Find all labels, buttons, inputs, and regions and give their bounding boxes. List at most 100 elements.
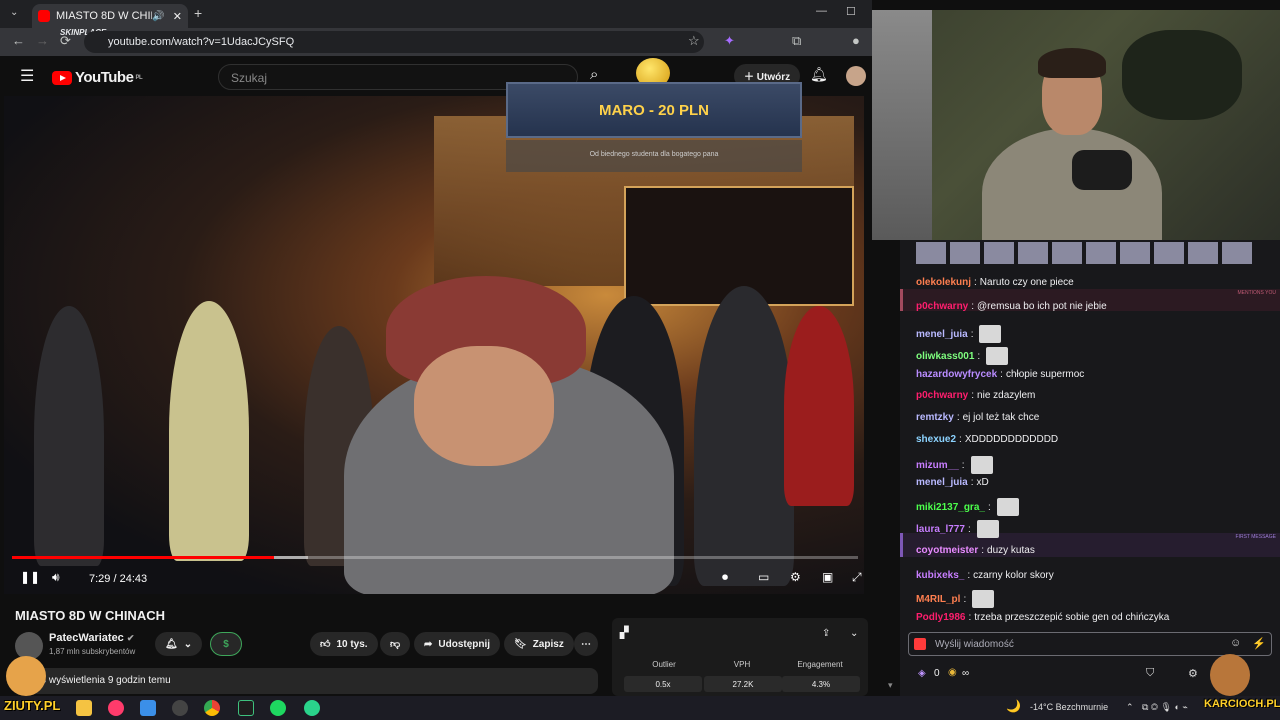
tab-bar: ⌄ MIASTO 8D W CHINACH - Y 🔊 ✕ + — ☐ bbox=[0, 0, 872, 28]
tab-youtube[interactable]: MIASTO 8D W CHINACH - Y 🔊 ✕ bbox=[32, 4, 188, 28]
youtube-favicon-icon bbox=[38, 10, 50, 22]
notification-bell-button[interactable]: 🔔︎ ⌄ bbox=[155, 632, 203, 656]
chat-settings-icon[interactable]: ⚙ bbox=[1188, 667, 1198, 680]
chat-text: duzy kutas bbox=[987, 545, 1035, 556]
share-button[interactable]: ➦ Udostępnij bbox=[414, 632, 501, 656]
chat-message: mizum__: bbox=[916, 456, 993, 474]
chat-username[interactable]: coyotmeister bbox=[916, 545, 978, 556]
app-green-icon[interactable] bbox=[304, 700, 320, 716]
emote-picker-icon[interactable]: ☺ bbox=[1230, 637, 1241, 649]
tab-search-icon[interactable]: ⌄ bbox=[10, 7, 18, 18]
chat-colon: : bbox=[963, 593, 967, 605]
streamlabs-icon[interactable] bbox=[238, 700, 254, 716]
chat-message: p0chwarny: nie zdazylem bbox=[916, 390, 1035, 401]
channel-name[interactable]: PatecWariatec ✔ bbox=[49, 632, 134, 644]
chat-username[interactable]: p0chwarny bbox=[916, 301, 968, 312]
chat-username[interactable]: kubixeks_ bbox=[916, 570, 964, 581]
volume-icon[interactable]: 🔊︎ bbox=[52, 570, 60, 585]
channel-points-icon[interactable]: ◈ bbox=[918, 668, 926, 679]
search-icon[interactable]: ⌕ bbox=[590, 66, 598, 83]
chat-username[interactable]: laura_l777 bbox=[916, 524, 965, 535]
subtitles-icon[interactable]: ▭ bbox=[758, 570, 769, 584]
time-display: 7:29 / 24:43 bbox=[89, 573, 148, 585]
notifications-bell-icon[interactable]: 🔔︎ bbox=[810, 66, 828, 83]
address-bar: ← → ⟳ SKINPLACE youtube.com/watch?v=1Uda… bbox=[0, 28, 872, 56]
profile-avatar-icon[interactable]: ● bbox=[852, 33, 860, 48]
chat-username[interactable]: remtzky bbox=[916, 412, 954, 423]
host-face bbox=[414, 346, 554, 466]
extensions-puzzle-icon[interactable]: ⧉ bbox=[792, 33, 801, 49]
chevron-down-icon: ⌄ bbox=[183, 638, 193, 650]
stat-header-outlier: Outlier bbox=[652, 660, 676, 669]
stat-header-engagement: Engagement bbox=[797, 660, 843, 669]
chat-text: XDDDDDDDDDDDD bbox=[964, 434, 1059, 445]
description-box[interactable]: …03 wyświetlenia 9 godzin temu bbox=[15, 668, 598, 694]
chat-username[interactable]: menel_juia bbox=[916, 477, 968, 488]
file-explorer-icon[interactable] bbox=[76, 700, 92, 716]
dislike-button[interactable]: 👎︎ bbox=[380, 632, 411, 656]
extension-icon[interactable]: ✦ bbox=[724, 33, 735, 49]
shelf-left bbox=[872, 10, 932, 240]
maximize-button[interactable]: ☐ bbox=[846, 5, 856, 18]
spotify-icon[interactable] bbox=[270, 700, 286, 716]
thanks-button[interactable]: $ bbox=[210, 632, 242, 656]
chat-message: coyotmeister: duzy kutas bbox=[916, 545, 1035, 556]
fullscreen-icon[interactable]: ⤢ bbox=[852, 570, 862, 585]
chat-username[interactable]: mizum__ bbox=[916, 460, 959, 471]
tab-close-icon[interactable]: ✕ bbox=[173, 10, 182, 23]
chrome-icon[interactable] bbox=[204, 700, 220, 716]
youtube-logo[interactable]: YouTube PL bbox=[52, 69, 143, 86]
scroll-down-arrow-icon[interactable]: ▾ bbox=[888, 680, 893, 691]
bits-icon[interactable]: ⚡ bbox=[1252, 637, 1266, 650]
tray-icons[interactable]: ⧉ ◎ 🎙︎ ◐ ⌁ bbox=[1142, 702, 1188, 713]
verified-icon: ✔ bbox=[126, 633, 135, 643]
chat-badge-icon bbox=[914, 638, 926, 650]
chat-username[interactable]: miki2137_gra_ bbox=[916, 502, 985, 513]
mascot-right bbox=[1210, 654, 1250, 696]
chat-username[interactable]: M4RIL_pl bbox=[916, 594, 960, 605]
calendar-icon[interactable] bbox=[140, 700, 156, 716]
account-avatar[interactable] bbox=[846, 66, 866, 86]
chat-input[interactable]: Wyślij wiadomość bbox=[908, 632, 1272, 656]
chat-username[interactable]: shexue2 bbox=[916, 434, 956, 445]
like-button[interactable]: 👍︎ 10 tys. bbox=[310, 632, 378, 656]
speaker-icon[interactable]: 🔊 bbox=[152, 11, 164, 22]
shield-icon[interactable]: ⛉ bbox=[1146, 667, 1154, 680]
view-count: …03 wyświetlenia 9 godzin temu bbox=[25, 675, 171, 686]
chat-colon: : bbox=[967, 523, 971, 535]
chat-username[interactable]: olekolekunj bbox=[916, 277, 971, 288]
chat-username[interactable]: menel_juia bbox=[916, 329, 968, 340]
app-icon[interactable] bbox=[108, 700, 124, 716]
weather-text: -14°C Bezchmurnie bbox=[1030, 702, 1109, 712]
more-actions-button[interactable]: ⋯ bbox=[574, 632, 598, 656]
streamer-hair bbox=[1038, 48, 1106, 78]
bookmark-icon: 🔖︎ bbox=[514, 638, 527, 650]
pause-button[interactable]: ❚❚ bbox=[20, 570, 40, 584]
obs-icon[interactable] bbox=[172, 700, 188, 716]
crowd-person bbox=[169, 301, 249, 561]
miniplayer-icon[interactable]: ▣ bbox=[822, 570, 833, 584]
chat-username[interactable]: Podly1986 bbox=[916, 612, 965, 623]
autoplay-toggle[interactable]: ⏺ bbox=[722, 570, 728, 585]
progress-bar[interactable] bbox=[12, 556, 858, 559]
chat-colon: : bbox=[961, 459, 965, 471]
chat-message: laura_l777: bbox=[916, 520, 999, 538]
url-input[interactable]: youtube.com/watch?v=1UdacJCySFQ bbox=[84, 31, 704, 53]
stats-collapse-icon[interactable]: ⌄ bbox=[850, 628, 858, 639]
settings-gear-icon[interactable]: ⚙ bbox=[790, 570, 801, 584]
tray-chevron-icon[interactable]: ⌃ bbox=[1126, 702, 1134, 713]
back-button[interactable]: ← bbox=[12, 33, 25, 48]
chat-username[interactable]: p0chwarny bbox=[916, 390, 968, 401]
chat-username[interactable]: hazardowyfrycek bbox=[916, 369, 997, 380]
chat-username[interactable]: oliwkass001 bbox=[916, 351, 974, 362]
save-button[interactable]: 🔖︎ Zapisz bbox=[504, 632, 574, 656]
hamburger-menu-icon[interactable]: ☰ bbox=[20, 66, 34, 86]
forward-button[interactable]: → bbox=[36, 33, 49, 48]
stats-share-icon[interactable]: ⇪ bbox=[822, 628, 830, 639]
new-tab-button[interactable]: + bbox=[194, 5, 202, 21]
bookmark-star-icon[interactable]: ☆ bbox=[688, 33, 700, 49]
stat-value-vph: 27.2K bbox=[704, 676, 782, 692]
chat-emote bbox=[979, 325, 1002, 343]
minimize-button[interactable]: — bbox=[816, 5, 827, 17]
chat-colon: : bbox=[956, 412, 960, 423]
